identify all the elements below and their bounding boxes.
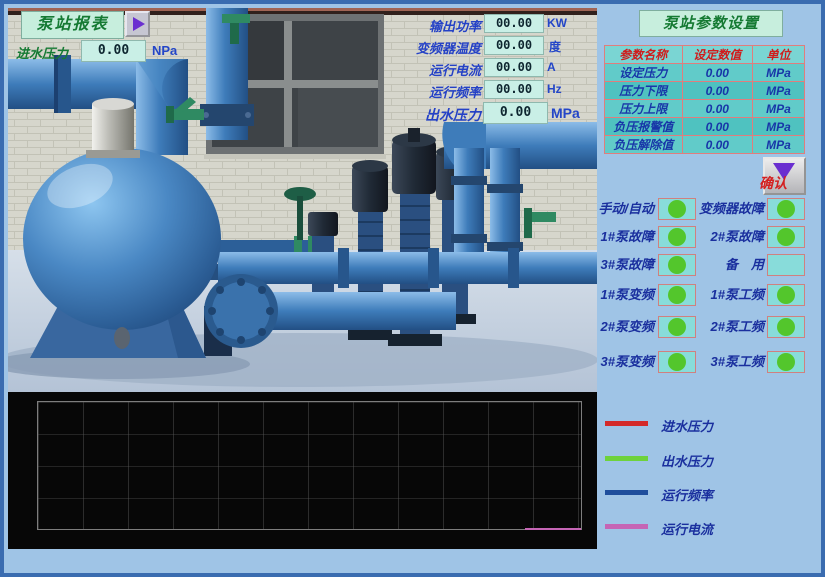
inverter-temp-value[interactable]: 00.00 bbox=[484, 36, 544, 55]
table-row: 设定压力 0.00 MPa bbox=[605, 64, 805, 82]
lamp-circle bbox=[777, 353, 795, 371]
manual-auto-label: 手动/自动 bbox=[562, 198, 654, 220]
pump1-mains-lamp[interactable] bbox=[767, 284, 805, 306]
settings-table-header: 参数名称 设定数值 单位 bbox=[605, 46, 805, 64]
run-current-unit: A bbox=[547, 60, 556, 74]
set-pressure-value[interactable]: 0.00 bbox=[682, 64, 752, 82]
run-frequency-value[interactable]: 00.00 bbox=[484, 80, 544, 99]
pump2-fault-label: 2#泵故障 bbox=[672, 226, 764, 248]
settings-table: 参数名称 设定数值 单位 设定压力 0.00 MPa 压力下限 0.00 MPa… bbox=[604, 45, 805, 154]
pressure-low-limit-value[interactable]: 0.00 bbox=[682, 82, 752, 100]
legend-swatch-inlet bbox=[605, 421, 648, 426]
output-power-value[interactable]: 00.00 bbox=[484, 14, 544, 33]
run-frequency-label: 运行频率 bbox=[381, 82, 481, 101]
lamp-circle bbox=[777, 318, 795, 336]
legend-label-current: 运行电流 bbox=[661, 519, 713, 538]
output-power-label: 输出功率 bbox=[381, 16, 481, 35]
output-power-unit: KW bbox=[547, 16, 567, 30]
pump2-vfd-label: 2#泵变频 bbox=[562, 316, 654, 338]
inlet-pressure-unit: NPa bbox=[152, 43, 177, 58]
lamp-circle bbox=[777, 200, 795, 218]
table-row: 压力上限 0.00 MPa bbox=[605, 100, 805, 118]
table-row: 压力下限 0.00 MPa bbox=[605, 82, 805, 100]
settings-panel-title: 泵站参数设置 bbox=[639, 10, 783, 37]
inlet-pressure-value[interactable]: 0.00 bbox=[81, 40, 146, 62]
pump2-fault-lamp[interactable] bbox=[767, 226, 805, 248]
legend-label-outlet: 出水压力 bbox=[661, 451, 713, 470]
pump2-mains-label: 2#泵工频 bbox=[672, 316, 764, 338]
pump1-mains-label: 1#泵工频 bbox=[672, 284, 764, 306]
report-button[interactable]: 泵站报表 bbox=[21, 11, 124, 39]
inverter-fault-lamp[interactable] bbox=[767, 198, 805, 220]
neg-pressure-release-value[interactable]: 0.00 bbox=[682, 136, 752, 154]
pump-station-hmi-screen: 泵站报表 进水压力 0.00 NPa 输出功率 00.00 KW 变频器温度 0… bbox=[0, 0, 825, 577]
run-current-value[interactable]: 00.00 bbox=[484, 58, 544, 77]
legend-swatch-outlet bbox=[605, 456, 648, 461]
play-icon bbox=[133, 17, 145, 31]
lamp-circle bbox=[777, 228, 795, 246]
inverter-temp-label: 变频器温度 bbox=[381, 38, 481, 57]
trend-line-current bbox=[525, 528, 581, 530]
lamp-circle bbox=[777, 256, 795, 274]
pump3-vfd-label: 3#泵变频 bbox=[562, 351, 654, 373]
legend-swatch-current bbox=[605, 524, 648, 529]
report-play-button[interactable] bbox=[125, 11, 150, 37]
confirm-button[interactable]: 确认 bbox=[763, 157, 806, 195]
pump1-fault-label: 1#泵故障 bbox=[562, 226, 654, 248]
pump3-fault-label: 3#泵故障 bbox=[562, 254, 654, 276]
outlet-pressure-label: 出水压力 bbox=[381, 105, 481, 125]
table-row: 负压解除值 0.00 MPa bbox=[605, 136, 805, 154]
run-frequency-unit: Hz bbox=[547, 82, 562, 96]
run-current-label: 运行电流 bbox=[381, 60, 481, 79]
spare-lamp[interactable] bbox=[767, 254, 805, 276]
trend-chart-plot[interactable] bbox=[37, 401, 582, 530]
pump3-mains-lamp[interactable] bbox=[767, 351, 805, 373]
outlet-pressure-value[interactable]: 0.00 bbox=[483, 102, 548, 124]
pump3-mains-label: 3#泵工频 bbox=[672, 351, 764, 373]
legend-label-inlet: 进水压力 bbox=[661, 416, 713, 435]
neg-pressure-alarm-value[interactable]: 0.00 bbox=[682, 118, 752, 136]
pump1-vfd-label: 1#泵变频 bbox=[562, 284, 654, 306]
trend-chart-panel bbox=[8, 392, 597, 549]
legend-swatch-frequency bbox=[605, 490, 648, 495]
inverter-temp-unit: 度 bbox=[549, 38, 561, 55]
inverter-fault-label: 变频器故障 bbox=[672, 198, 764, 220]
pump2-mains-lamp[interactable] bbox=[767, 316, 805, 338]
report-button-label: 泵站报表 bbox=[36, 16, 108, 33]
inlet-pressure-label: 进水压力 bbox=[16, 43, 68, 62]
tank-top-cylinder bbox=[92, 104, 134, 152]
confirm-button-label: 确认 bbox=[759, 173, 787, 193]
pressure-high-limit-value[interactable]: 0.00 bbox=[682, 100, 752, 118]
legend-label-frequency: 运行频率 bbox=[661, 485, 713, 504]
spare-label: 备 用 bbox=[672, 254, 764, 276]
lamp-circle bbox=[777, 286, 795, 304]
outlet-pressure-unit: MPa bbox=[551, 105, 580, 121]
table-row: 负压报警值 0.00 MPa bbox=[605, 118, 805, 136]
